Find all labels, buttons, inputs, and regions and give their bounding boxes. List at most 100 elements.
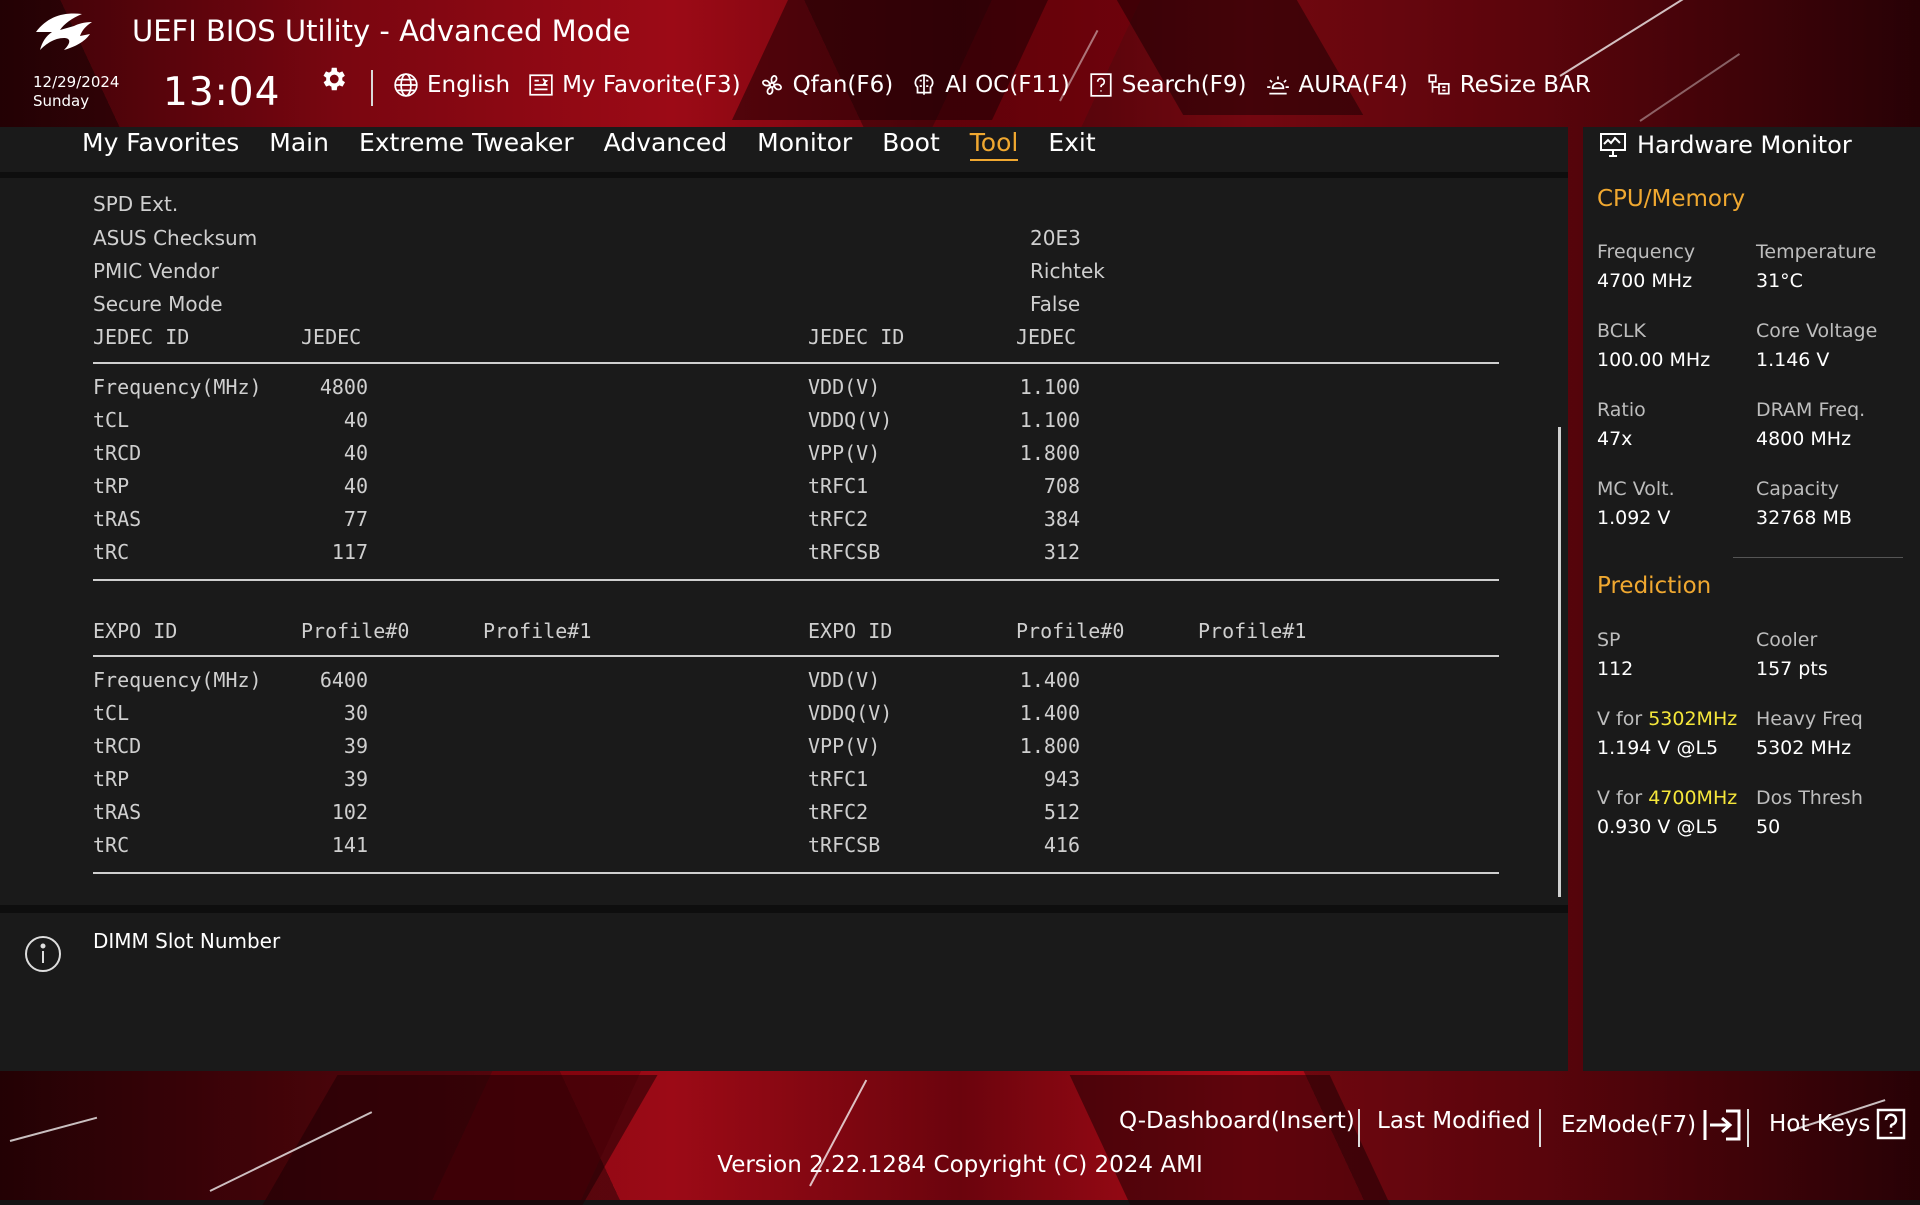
scrollbar[interactable] [1558,427,1561,897]
hw-value: 31°C [1756,270,1803,292]
rog-logo-icon [36,13,92,50]
my-favorite-button[interactable]: My Favorite(F3) [528,72,741,98]
hw-value: 47x [1597,428,1633,450]
row-label: tRFC2 [808,800,869,824]
row-value: 1.800 [1019,734,1080,758]
date-text: 12/29/2024 [33,73,120,91]
row-value: 1.400 [1019,668,1080,692]
hw-label: V for 5302MHz [1597,708,1737,730]
clock[interactable]: 13:04 [163,70,280,115]
q-dashboard-button[interactable]: Q-Dashboard(Insert) [1119,1108,1355,1134]
tab-boot[interactable]: Boot [882,127,940,161]
search-button[interactable]: Search(F9) [1088,72,1247,98]
row-label: VDD(V) [808,375,881,399]
info-label: PMIC Vendor [93,259,219,283]
ai-chip-icon [914,74,934,95]
hot-keys-button[interactable]: Hot Keys [1769,1108,1906,1140]
row-value: 1.100 [1019,375,1080,399]
tab-tool[interactable]: Tool [969,127,1019,161]
qfan-button[interactable]: Qfan(F6) [759,72,893,98]
globe-icon [394,73,418,97]
main-panel: My Favorites Main Extreme Tweaker Advanc… [0,127,1568,1071]
tab-advanced[interactable]: Advanced [604,127,728,161]
table-header: JEDEC [301,325,362,349]
row-label: VPP(V) [808,441,881,465]
row-value: 40 [343,441,368,465]
q-dashboard-label: Q-Dashboard(Insert) [1119,1108,1355,1134]
tab-my-favorites[interactable]: My Favorites [82,127,239,161]
prediction-heading: Prediction [1597,573,1712,599]
hw-value: 5302 MHz [1756,737,1852,759]
row-value: 117 [331,540,368,564]
row-label: tRAS [93,507,142,531]
row-value: 708 [1043,474,1080,498]
row-value: 512 [1043,800,1080,824]
row-label: tRFCSB [808,540,881,564]
row-value: 1.400 [1019,701,1080,725]
table-header: JEDEC ID [808,325,905,349]
row-label: VPP(V) [808,734,881,758]
hw-label: Frequency [1597,241,1696,263]
row-value: 39 [343,767,368,791]
table-header: Profile#1 [483,619,592,643]
footer-divider [1539,1109,1541,1147]
hw-label-prefix: V for [1597,787,1649,809]
exit-arrow-icon [1703,1109,1741,1141]
row-label: VDD(V) [808,668,881,692]
app-title: UEFI BIOS Utility - Advanced Mode [132,14,631,48]
resize-bar-button[interactable]: ReSize BAR [1426,72,1591,98]
hw-header: Hardware Monitor [1599,131,1852,159]
settings-gear-icon[interactable] [318,64,348,94]
tab-extreme-tweaker[interactable]: Extreme Tweaker [359,127,574,161]
ai-oc-button[interactable]: AI OC(F11) [911,72,1070,98]
footer-divider [1358,1109,1360,1147]
hw-value: 0.930 V @L5 [1597,816,1719,838]
row-label: tRC [93,833,130,857]
help-divider [0,905,1568,913]
hw-value: 4700 MHz [1597,270,1693,292]
hw-label: Temperature [1756,241,1877,263]
version-text: Version 2.22.1284 Copyright (C) 2024 AMI [717,1152,1203,1178]
ai-oc-label: AI OC(F11) [945,72,1070,98]
info-icon [25,936,61,972]
table-header: Profile#1 [1198,619,1307,643]
row-label: tRCD [93,441,142,465]
cpu-memory-heading: CPU/Memory [1597,186,1746,212]
last-modified-button[interactable]: Last Modified [1377,1108,1530,1134]
spd-content: SPD Ext. ASUS Checksum 20E3 PMIC Vendor … [0,178,1568,905]
hw-freq-highlight: 4700MHz [1648,787,1738,809]
favorite-list-icon [529,74,553,96]
row-label: tRCD [93,734,142,758]
hw-label: MC Volt. [1597,478,1675,500]
row-value: 40 [343,408,368,432]
hw-title: Hardware Monitor [1637,131,1852,159]
hw-freq-highlight: 5302MHz [1648,708,1738,730]
tab-monitor[interactable]: Monitor [757,127,852,161]
hw-divider [1733,557,1903,558]
row-value: 141 [331,833,368,857]
hw-value: 50 [1756,816,1781,838]
hw-value: 4800 MHz [1756,428,1852,450]
hw-label: DRAM Freq. [1756,399,1866,421]
row-value: 312 [1043,540,1080,564]
hw-label: Ratio [1597,399,1646,421]
info-value: Richtek [1030,259,1105,283]
monitor-icon [1600,133,1626,157]
language-label: English [427,72,511,98]
row-label: tRFC1 [808,767,869,791]
row-value: 40 [343,474,368,498]
info-label: ASUS Checksum [93,226,258,250]
fan-icon [761,75,782,95]
aura-button[interactable]: AURA(F4) [1265,72,1408,98]
row-value: 416 [1043,833,1080,857]
day-text: Sunday [33,92,90,110]
header-divider [371,70,373,106]
table-header: JEDEC [1016,325,1077,349]
ezmode-button[interactable]: EzMode(F7) [1561,1108,1742,1142]
search-question-icon [1090,73,1112,97]
tab-main[interactable]: Main [269,127,329,161]
hw-value: 32768 MB [1756,507,1852,529]
language-button[interactable]: English [393,72,510,98]
table-header: Profile#0 [1016,619,1125,643]
tab-exit[interactable]: Exit [1048,127,1095,161]
